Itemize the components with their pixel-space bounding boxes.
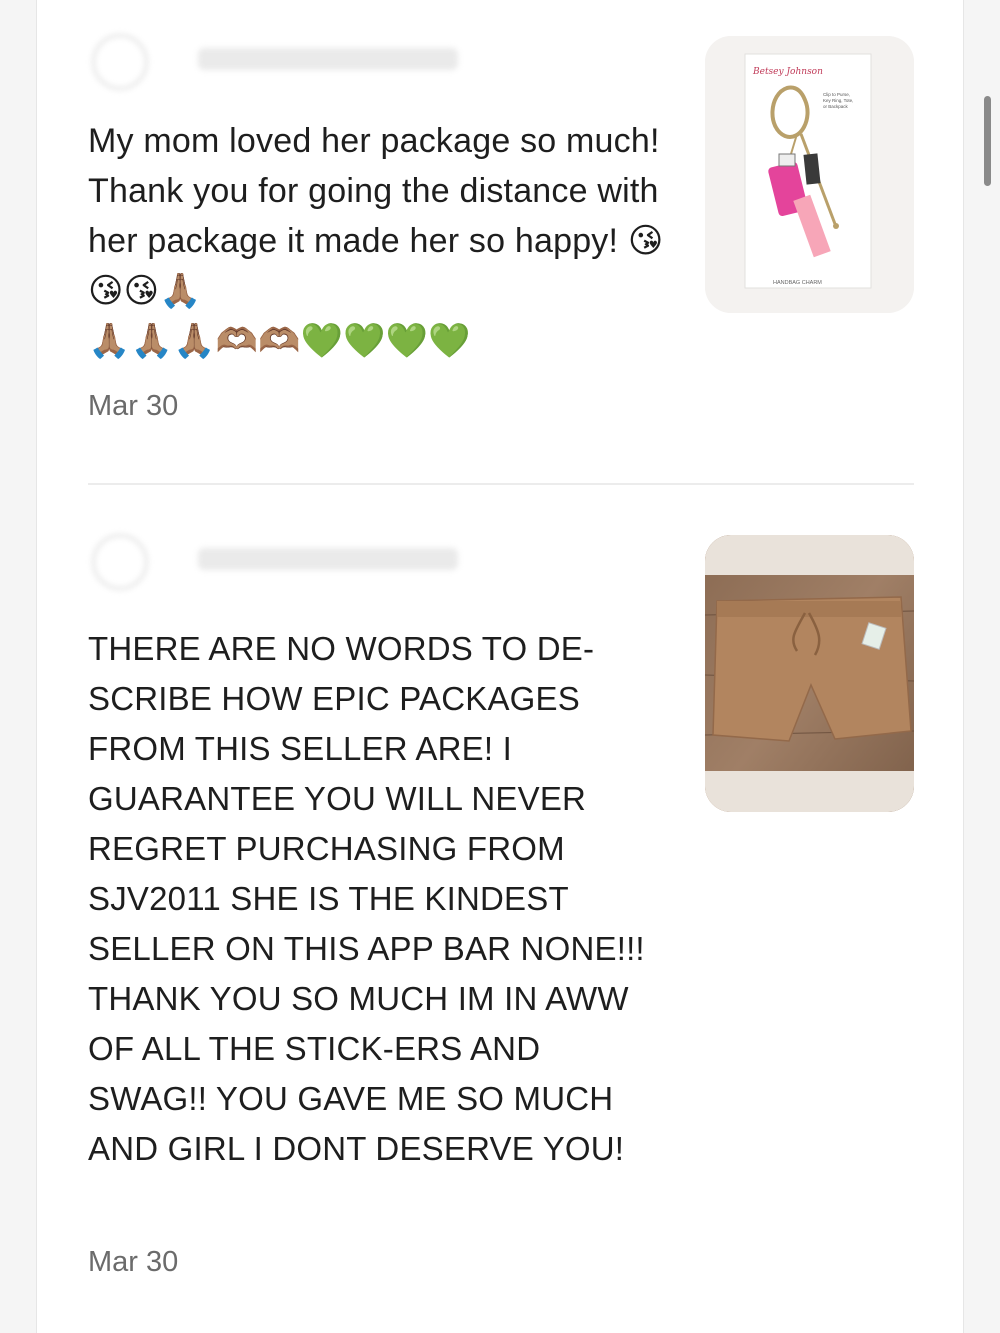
review-photo-knit-shorts[interactable] [705, 535, 914, 812]
svg-text:Clip to Purse,: Clip to Purse, [823, 92, 850, 97]
handbag-charm-image: Betsey Johnson Clip to Purse, Key Ring, … [705, 36, 914, 313]
review-text: My mom loved her package so much! Thank … [88, 116, 668, 366]
reviewer-username[interactable]: reviewer [198, 48, 458, 70]
review-photo-handbag-charm[interactable]: Betsey Johnson Clip to Purse, Key Ring, … [705, 36, 914, 313]
review-body: My mom loved her package so much! Thank … [88, 122, 660, 260]
thumbnail-caption: HANDBAG CHARM [773, 280, 822, 286]
reviewer-header: reviewer [88, 530, 588, 600]
avatar[interactable] [92, 34, 148, 90]
knit-shorts-image [705, 535, 914, 812]
review-text: THERE ARE NO WORDS TO DE-SCRIBE HOW EPIC… [88, 630, 645, 1167]
reviewer-header: reviewer [88, 30, 588, 100]
emoji-line: 🙏🏽🙏🏽🙏🏽🫶🏽🫶🏽💚💚💚💚 [88, 322, 471, 360]
review-date: Mar 30 [88, 390, 179, 422]
scrollbar[interactable] [984, 96, 991, 186]
svg-text:Key Ring, Tote,: Key Ring, Tote, [823, 98, 853, 103]
avatar[interactable] [92, 534, 148, 590]
review-date: Mar 30 [88, 1246, 179, 1278]
brand-logo: Betsey Johnson [752, 67, 823, 77]
reviewer-username[interactable]: reviewer [198, 548, 458, 570]
review-divider [88, 483, 914, 485]
svg-text:or Backpack: or Backpack [823, 104, 849, 109]
